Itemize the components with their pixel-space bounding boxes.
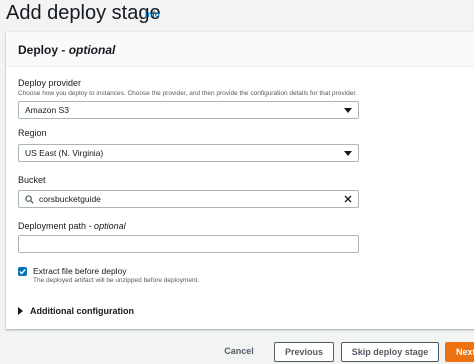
info-link[interactable]: Info	[145, 10, 160, 19]
additional-configuration-toggle[interactable]: Additional configuration	[18, 306, 134, 316]
additional-configuration-label: Additional configuration	[30, 306, 134, 316]
bucket-input-value: corsbucketguide	[39, 194, 101, 204]
region-label: Region	[18, 128, 47, 138]
deployment-path-label: Deployment path - optional	[18, 221, 126, 231]
close-icon[interactable]	[343, 194, 353, 204]
deployment-path-label-optional: - optional	[88, 221, 126, 231]
extract-description: The deployed artifact will be unzipped b…	[33, 277, 200, 284]
provider-description: Choose how you deploy to instances. Choo…	[18, 90, 357, 97]
skip-deploy-stage-button[interactable]: Skip deploy stage	[341, 342, 439, 362]
extract-checkbox[interactable]	[18, 267, 27, 276]
search-icon	[25, 195, 34, 204]
chevron-down-icon	[344, 151, 352, 156]
provider-label: Deploy provider	[18, 78, 82, 88]
section-title-optional: - optional	[61, 43, 116, 57]
section-title-text: Deploy	[18, 43, 59, 57]
region-select[interactable]: US East (N. Virginia)	[18, 144, 359, 162]
provider-select-value: Amazon S3	[25, 105, 69, 115]
deployment-path-label-text: Deployment path	[18, 221, 87, 231]
chevron-down-icon	[344, 108, 352, 113]
cancel-button[interactable]: Cancel	[219, 342, 259, 362]
previous-button[interactable]: Previous	[274, 342, 334, 362]
deploy-panel: Deploy - optional Deploy provider Choose…	[6, 32, 474, 329]
check-icon	[19, 269, 26, 275]
caret-right-icon	[18, 306, 23, 315]
extract-label: Extract file before deploy	[33, 266, 127, 276]
bucket-input[interactable]: corsbucketguide	[18, 190, 359, 208]
next-button[interactable]: Next	[445, 342, 474, 362]
provider-select[interactable]: Amazon S3	[18, 101, 359, 119]
region-select-value: US East (N. Virginia)	[25, 148, 104, 158]
bucket-label: Bucket	[18, 175, 46, 185]
deployment-path-input[interactable]	[18, 235, 359, 253]
page-title: Add deploy stage	[6, 2, 161, 24]
section-title: Deploy - optional	[18, 43, 115, 57]
